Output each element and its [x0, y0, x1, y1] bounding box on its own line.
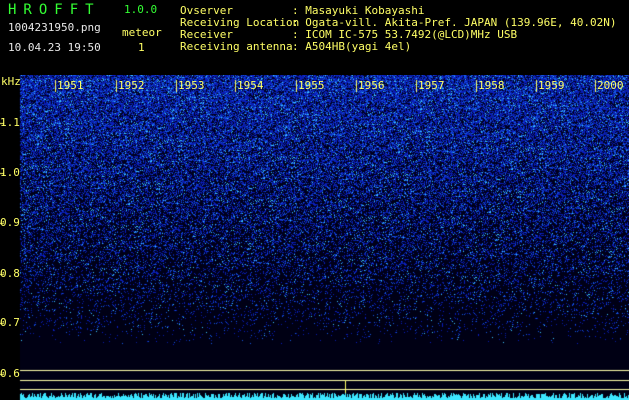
app-logo: HROFFT — [8, 2, 101, 18]
header-panel: HROFFT 1.0.0 1004231950.png 10.04.23 19:… — [0, 0, 629, 75]
app-version: 1.0.0 — [124, 3, 158, 16]
meteor-count: 1 — [138, 41, 145, 54]
y-tick-label: 0.6 — [0, 367, 20, 380]
hrofft-window: HROFFT 1.0.0 1004231950.png 10.04.23 19:… — [0, 0, 629, 400]
antenna-label: Receiving antenna — [180, 40, 293, 53]
meteor-label: meteor — [122, 26, 162, 39]
x-tick-label: 1956 — [358, 79, 385, 92]
x-tick-label: 1953 — [178, 79, 205, 92]
x-tick-label: 1957 — [418, 79, 445, 92]
x-tick-label: 1954 — [237, 79, 264, 92]
x-tick-label: 1952 — [118, 79, 145, 92]
x-tick-label: 2000 — [597, 79, 624, 92]
x-tick-label: 1959 — [538, 79, 565, 92]
file-name: 1004231950.png — [8, 21, 101, 34]
spectrogram-canvas — [0, 75, 629, 400]
antenna-value: : A504HB(yagi 4el) — [292, 40, 412, 53]
x-tick-label: 1955 — [298, 79, 325, 92]
y-tick-label: 1.0 — [0, 166, 20, 179]
y-tick-label: 0.7 — [0, 316, 20, 329]
y-axis-unit: kHz — [1, 75, 21, 88]
y-tick-label: 1.1 — [0, 116, 20, 129]
x-tick-label: 1958 — [478, 79, 505, 92]
y-tick-label: 0.9 — [0, 216, 20, 229]
x-tick-label: 1951 — [57, 79, 84, 92]
y-tick-label: 0.8 — [0, 267, 20, 280]
file-datetime: 10.04.23 19:50 — [8, 41, 101, 54]
